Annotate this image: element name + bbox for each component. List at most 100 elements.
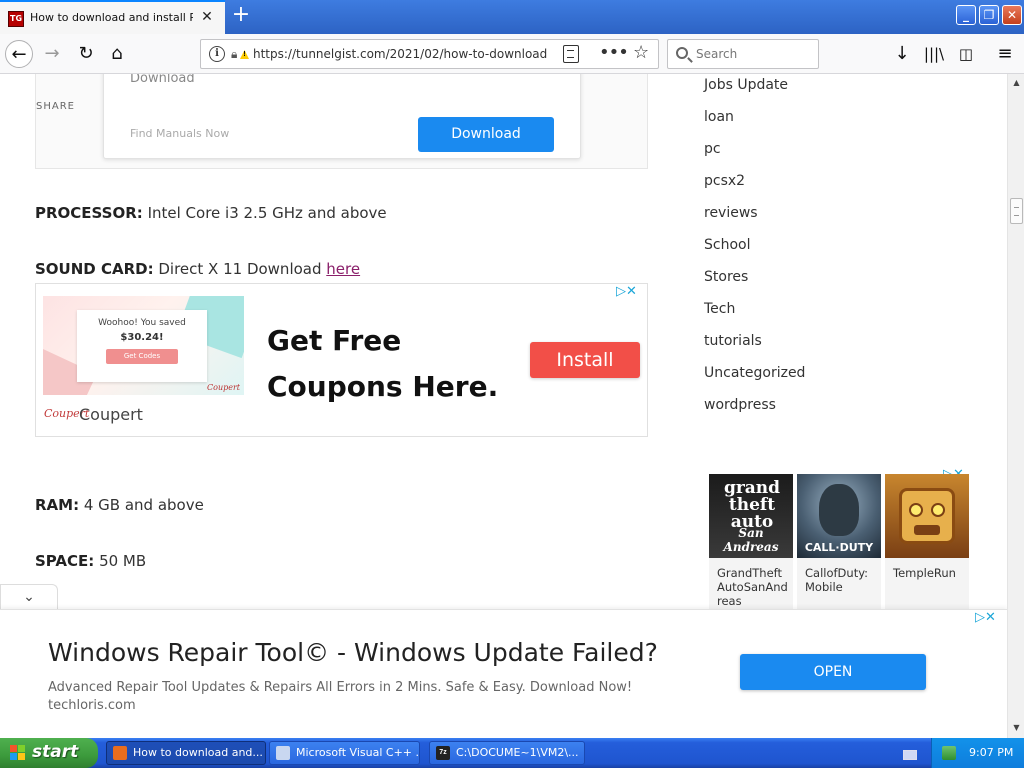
spec-label: SPACE: bbox=[35, 552, 95, 570]
clock[interactable]: 9:07 PM bbox=[969, 746, 1013, 759]
taskbar-item-visual-cpp[interactable]: Microsoft Visual C++ ... bbox=[269, 741, 420, 765]
start-label: start bbox=[32, 742, 79, 762]
reader-view-icon[interactable] bbox=[563, 45, 579, 63]
coupon-card-text: Woohoo! You saved bbox=[98, 318, 186, 328]
inline-ad-note: Find Manuals Now bbox=[130, 127, 230, 140]
tab-strip: TG How to download and install PCSX2 ✕ +… bbox=[0, 0, 1024, 34]
menu-icon[interactable]: ≡ bbox=[991, 40, 1019, 68]
download-button[interactable]: Download bbox=[418, 117, 554, 152]
search-input[interactable] bbox=[696, 45, 814, 63]
collapse-ad-chevron-icon[interactable]: ⌄ bbox=[0, 584, 58, 610]
game-tile-temple-run[interactable]: TempleRun bbox=[885, 474, 969, 614]
restore-button[interactable]: ❐ bbox=[979, 5, 999, 25]
search-icon bbox=[676, 47, 688, 59]
taskbar-item-label: Microsoft Visual C++ ... bbox=[296, 746, 420, 759]
bottom-sticky-ad[interactable]: ▷✕ Windows Repair Tool© - Windows Update… bbox=[0, 609, 1007, 738]
tab-close-icon[interactable]: ✕ bbox=[198, 8, 216, 26]
url-text[interactable]: https://tunnelgist.com/2021/02/how-to-do… bbox=[253, 47, 555, 61]
scroll-down-icon[interactable]: ▼ bbox=[1010, 721, 1023, 735]
info-icon[interactable]: i bbox=[209, 46, 225, 62]
sidebar-category-link[interactable]: reviews bbox=[704, 205, 758, 221]
sidebar-category-link[interactable]: Tech bbox=[704, 301, 735, 317]
taskbar-item-firefox[interactable]: How to download and... bbox=[106, 741, 266, 765]
search-box[interactable] bbox=[667, 39, 819, 69]
game-ad: ▷✕ grand theft auto San Andreas GrandThe… bbox=[705, 467, 973, 614]
windows-logo-icon bbox=[10, 745, 26, 761]
new-tab-button[interactable]: + bbox=[230, 4, 252, 28]
taskbar-item-7zip[interactable]: 7z C:\DOCUME~1\VM2\... bbox=[429, 741, 585, 765]
spec-label: SOUND CARD: bbox=[35, 260, 154, 278]
firefox-icon bbox=[113, 746, 127, 760]
open-button[interactable]: OPEN bbox=[740, 654, 926, 690]
spec-space: SPACE: 50 MB bbox=[35, 552, 146, 570]
game-art-title: CALL·DUTY bbox=[804, 541, 874, 554]
installer-icon bbox=[276, 746, 290, 760]
library-icon[interactable]: |||\ bbox=[920, 40, 948, 68]
network-icon[interactable] bbox=[942, 746, 956, 760]
spec-value: Intel Core i3 2.5 GHz and above bbox=[142, 204, 387, 222]
install-button[interactable]: Install bbox=[530, 342, 640, 378]
web-page: SHARE Download Find Manuals Now Download… bbox=[0, 74, 1007, 738]
bottom-ad-title[interactable]: Windows Repair Tool© - Windows Update Fa… bbox=[48, 638, 658, 667]
share-label: SHARE bbox=[36, 101, 75, 112]
spec-ram: RAM: 4 GB and above bbox=[35, 496, 204, 514]
directx-download-link[interactable]: here bbox=[326, 260, 360, 278]
coupert-mini-logo: Coupert bbox=[207, 383, 240, 392]
home-icon[interactable]: ⌂ bbox=[103, 40, 131, 68]
game-art-title: grand theft auto bbox=[723, 478, 781, 532]
reload-icon[interactable]: ↻ bbox=[72, 40, 100, 68]
coupert-brand-name: Coupert bbox=[79, 405, 143, 424]
screen: TG How to download and install PCSX2 ✕ +… bbox=[0, 0, 1024, 768]
taskbar-item-label: C:\DOCUME~1\VM2\... bbox=[456, 746, 579, 759]
game-thumbnail bbox=[885, 474, 969, 558]
sidebar-category-link[interactable]: pcsx2 bbox=[704, 173, 745, 189]
bookmark-star-icon[interactable]: ☆ bbox=[633, 42, 649, 63]
game-name: TempleRun bbox=[893, 566, 956, 580]
inline-download-ad[interactable]: Download Find Manuals Now Download bbox=[103, 74, 581, 159]
temple-idol-figure bbox=[899, 488, 955, 544]
sidebar-category-link[interactable]: Stores bbox=[704, 269, 748, 285]
game-name: GrandTheftAutoSanAndreas bbox=[717, 566, 788, 608]
scroll-up-icon[interactable]: ▲ bbox=[1010, 76, 1023, 90]
spec-sound-card: SOUND CARD: Direct X 11 Download here bbox=[35, 260, 360, 278]
sidebar-category-link[interactable]: tutorials bbox=[704, 333, 762, 349]
coupon-ad[interactable]: ▷✕ Woohoo! You saved $30.24! Get Codes C… bbox=[35, 283, 648, 437]
spec-value: Direct X 11 Download bbox=[153, 260, 327, 278]
minimize-button[interactable]: _ bbox=[956, 5, 976, 25]
idol-eye bbox=[931, 503, 945, 517]
sidebar-category-link[interactable]: pc bbox=[704, 141, 721, 157]
start-button[interactable]: start bbox=[0, 738, 98, 768]
address-bar[interactable]: i 🔒︎ https://tunnelgist.com/2021/02/how-… bbox=[200, 39, 659, 69]
close-window-button[interactable]: ✕ bbox=[1002, 5, 1022, 25]
sidebar-category-link[interactable]: Jobs Update bbox=[704, 77, 788, 93]
flag-yellow bbox=[18, 753, 25, 760]
adchoices-icon[interactable]: ▷✕ bbox=[975, 610, 996, 625]
page-actions-icon[interactable]: ••• bbox=[599, 42, 629, 63]
sidebar-category-link[interactable]: School bbox=[704, 237, 750, 253]
flag-blue bbox=[10, 753, 17, 760]
sidebar-category-link[interactable]: loan bbox=[704, 109, 734, 125]
forward-icon[interactable]: → bbox=[38, 40, 66, 68]
spec-value: 4 GB and above bbox=[79, 496, 204, 514]
site-favicon-icon: TG bbox=[8, 11, 24, 27]
7zip-icon: 7z bbox=[436, 746, 450, 760]
back-icon[interactable]: ← bbox=[5, 40, 33, 68]
adchoices-icon[interactable]: ▷✕ bbox=[616, 284, 637, 299]
game-tile-gta[interactable]: grand theft auto San Andreas GrandTheftA… bbox=[709, 474, 793, 614]
game-tile-cod[interactable]: CALL·DUTY CallofDuty:Mobile bbox=[797, 474, 881, 614]
page-scrollbar[interactable]: ▲ ▼ bbox=[1007, 74, 1024, 738]
game-art-subtitle: San Andreas bbox=[723, 526, 779, 554]
scroll-thumb[interactable] bbox=[1010, 198, 1023, 224]
tab-active[interactable]: TG How to download and install PCSX2 ✕ bbox=[0, 0, 225, 34]
idol-eye bbox=[909, 503, 923, 517]
sidebar-category-link[interactable]: wordpress bbox=[704, 397, 776, 413]
idol-mouth bbox=[914, 525, 940, 535]
coupon-card-amount: $30.24! bbox=[120, 332, 164, 343]
keyboard-icon[interactable] bbox=[903, 750, 917, 760]
downloads-icon[interactable]: ↓ bbox=[888, 40, 916, 68]
bottom-ad-domain: techloris.com bbox=[48, 698, 136, 713]
lock-warning-icon[interactable]: 🔒︎ bbox=[231, 46, 247, 62]
bottom-ad-description: Advanced Repair Tool Updates & Repairs A… bbox=[48, 680, 633, 695]
sidebar-category-link[interactable]: Uncategorized bbox=[704, 365, 805, 381]
sidebar-icon[interactable]: ◫ bbox=[952, 40, 980, 68]
